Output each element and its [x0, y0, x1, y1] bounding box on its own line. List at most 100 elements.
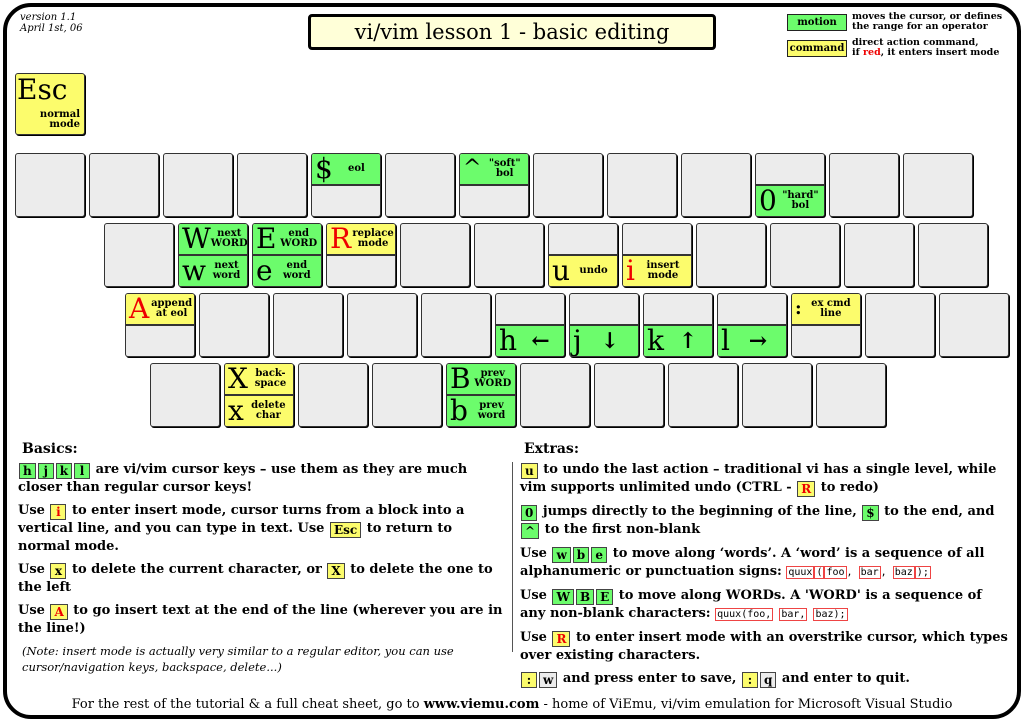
- basics-note: (Note: insert mode is actually very simi…: [22, 644, 454, 674]
- inline-key-X: X: [327, 563, 345, 579]
- key-dollar[interactable]: $ eol: [311, 153, 381, 217]
- key-blank[interactable]: [89, 153, 159, 217]
- key-zero[interactable]: 0 "hard" bol: [755, 153, 825, 217]
- key-r[interactable]: Rreplace mode: [326, 223, 396, 287]
- key-w[interactable]: Wnext WORD w next word: [178, 223, 248, 287]
- inline-key-colon: :: [521, 672, 537, 688]
- key-slash[interactable]: [816, 363, 886, 427]
- legend-command: command direct action command, if red, i…: [787, 38, 999, 58]
- arrow-up-icon: ↑: [678, 328, 698, 354]
- inline-key-caret: ^: [521, 523, 540, 539]
- key-X-desc: back-space: [254, 368, 287, 389]
- key-v[interactable]: [372, 363, 442, 427]
- key-i[interactable]: i insert mode: [622, 223, 692, 287]
- key-n[interactable]: [520, 363, 590, 427]
- extras-WORDS: Use WBE to move along WORDs. A 'WORD' is…: [520, 588, 982, 621]
- section-divider: [512, 462, 513, 652]
- key-blank[interactable]: [163, 153, 233, 217]
- key-w-desc: next word: [212, 260, 241, 281]
- arrow-down-icon: ↓: [600, 328, 620, 354]
- legend-command-desc: direct action command, if red, it enters…: [852, 38, 999, 58]
- key-blank[interactable]: [607, 153, 677, 217]
- key-i-desc: insert mode: [646, 260, 680, 281]
- key-j-label: j: [573, 324, 582, 357]
- key-u[interactable]: u undo: [548, 223, 618, 287]
- legend-motion: motion moves the cursor, or defines the …: [787, 12, 1002, 32]
- key-o[interactable]: [696, 223, 766, 287]
- key-d[interactable]: [273, 293, 343, 357]
- key-blank[interactable]: [829, 153, 899, 217]
- inline-key-k: k: [55, 463, 73, 479]
- key-bracket-open[interactable]: [844, 223, 914, 287]
- key-zero-desc: "hard" bol: [782, 190, 819, 211]
- key-m[interactable]: [594, 363, 664, 427]
- key-p[interactable]: [770, 223, 840, 287]
- key-blank[interactable]: [681, 153, 751, 217]
- key-u-desc: undo: [579, 265, 608, 276]
- key-blank[interactable]: [533, 153, 603, 217]
- key-B-desc: prev WORD: [474, 368, 512, 389]
- version-date: April 1st, 06: [20, 23, 83, 34]
- basics-heading: Basics:: [22, 441, 78, 457]
- key-c[interactable]: [298, 363, 368, 427]
- key-u-label: u: [552, 254, 571, 287]
- key-x[interactable]: Xback-space x delete char: [224, 363, 294, 427]
- key-caret[interactable]: ^ "soft" bol: [459, 153, 529, 217]
- key-blank[interactable]: [385, 153, 455, 217]
- legend-motion-desc: moves the cursor, or defines the range f…: [852, 12, 1002, 32]
- extras-replace: Use R to enter insert mode with an overs…: [520, 630, 1008, 663]
- key-s[interactable]: [199, 293, 269, 357]
- key-j[interactable]: j ↓: [569, 293, 639, 357]
- legend-command-key: command: [787, 39, 847, 57]
- extras-save-quit: :w and press enter to save, :q and enter…: [520, 670, 1010, 688]
- key-t[interactable]: [400, 223, 470, 287]
- key-X-label: X: [228, 363, 248, 395]
- inline-key-q: q: [759, 672, 777, 688]
- key-q[interactable]: [104, 223, 174, 287]
- key-g[interactable]: [421, 293, 491, 357]
- key-period[interactable]: [742, 363, 812, 427]
- version-label: version 1.1: [20, 12, 77, 23]
- key-z[interactable]: [150, 363, 220, 427]
- key-x-label: x: [228, 394, 244, 427]
- key-f[interactable]: [347, 293, 417, 357]
- inline-key-esc: Esc: [329, 522, 362, 538]
- inline-key-E: E: [596, 589, 614, 605]
- inline-key-l: l: [74, 463, 91, 479]
- key-k-label: k: [647, 324, 664, 357]
- basics-cursor-keys: hjkl are vi/vim cursor keys – use them a…: [18, 462, 468, 495]
- inline-key-0: 0: [521, 505, 538, 521]
- key-esc[interactable]: Esc normal mode: [15, 73, 85, 135]
- key-comma[interactable]: [668, 363, 738, 427]
- version-info: version 1.1 April 1st, 06: [20, 12, 83, 34]
- key-dollar-label: $: [315, 153, 333, 185]
- key-l[interactable]: l →: [717, 293, 787, 357]
- key-b-desc: prev word: [477, 400, 506, 421]
- key-blank[interactable]: [903, 153, 973, 217]
- key-semicolon[interactable]: : ex cmd line: [791, 293, 861, 357]
- key-E-label: E: [256, 223, 277, 255]
- key-e[interactable]: Eend WORD e end word: [252, 223, 322, 287]
- key-A-label: A: [129, 293, 150, 325]
- key-blank[interactable]: [15, 153, 85, 217]
- key-colon-label: :: [795, 298, 802, 319]
- extras-words: Use wbe to move along ‘words’. A ‘word’ …: [520, 546, 985, 579]
- key-y[interactable]: [474, 223, 544, 287]
- key-blank[interactable]: [237, 153, 307, 217]
- key-quote[interactable]: [865, 293, 935, 357]
- key-b[interactable]: Bprev WORD b prev word: [446, 363, 516, 427]
- inline-key-R: R: [552, 631, 571, 647]
- key-b-label: b: [450, 394, 468, 427]
- key-h[interactable]: h ←: [495, 293, 565, 357]
- key-backslash[interactable]: [939, 293, 1009, 357]
- key-esc-desc: normal mode: [39, 109, 80, 130]
- key-e-desc: end word: [283, 260, 311, 281]
- key-bracket-close[interactable]: [918, 223, 988, 287]
- footer-link[interactable]: www.viemu.com: [424, 697, 540, 712]
- inline-key-dollar: $: [862, 505, 879, 521]
- key-a[interactable]: Aappend at eol: [125, 293, 195, 357]
- extras-undo: u to undo the last action – traditional …: [520, 462, 997, 497]
- key-h-label: h: [499, 324, 518, 357]
- inline-key-j: j: [37, 463, 54, 479]
- key-k[interactable]: k ↑: [643, 293, 713, 357]
